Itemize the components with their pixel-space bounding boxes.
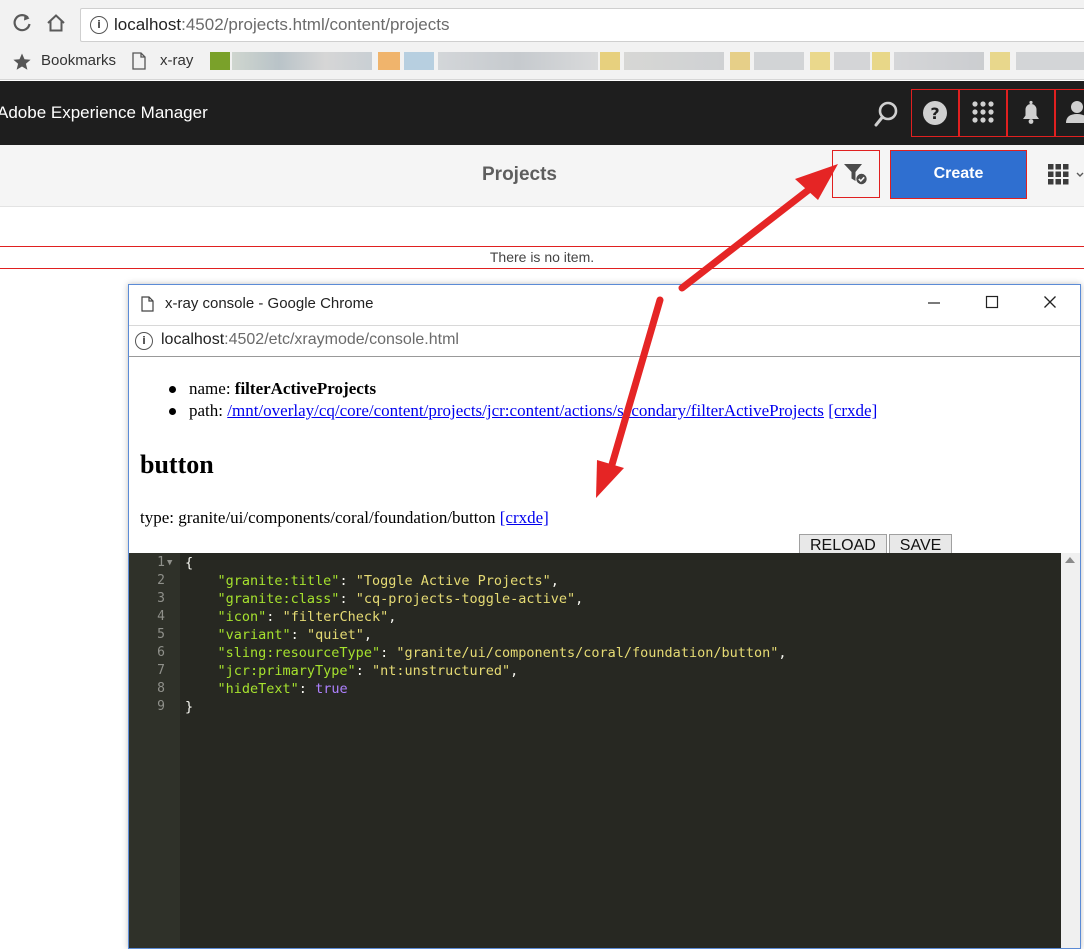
blurred-bookmark	[404, 52, 434, 70]
close-button[interactable]	[1027, 291, 1073, 317]
code-line: "icon": "filterCheck",	[217, 609, 397, 625]
help-button[interactable]: ?	[911, 89, 959, 137]
close-icon	[1044, 296, 1056, 308]
code-line: "granite:title": "Toggle Active Projects…	[217, 573, 559, 589]
window-title: x-ray console - Google Chrome	[165, 295, 374, 312]
browser-toolbar: i localhost:4502/projects.html/content/p…	[0, 0, 1084, 80]
code-line: "variant": "quiet",	[217, 627, 372, 643]
code-line: "granite:class": "cq-projects-toggle-act…	[217, 591, 584, 607]
address-text: localhost:4502/projects.html/content/pro…	[114, 15, 450, 34]
maximize-icon	[985, 295, 999, 309]
vertical-scrollbar[interactable]	[1061, 553, 1080, 948]
scroll-up-icon[interactable]	[1065, 557, 1075, 563]
path-link[interactable]: /mnt/overlay/cq/core/content/projects/jc…	[227, 401, 824, 420]
info-icon[interactable]: i	[135, 332, 153, 350]
popup-address-text: localhost:4502/etc/xraymode/console.html	[161, 331, 459, 348]
code-line: {	[185, 555, 194, 571]
blurred-bookmark	[872, 52, 890, 70]
info-icon[interactable]: i	[90, 16, 108, 34]
empty-list-message: There is no item.	[0, 246, 1084, 269]
action-bar: Projects Create	[0, 145, 1084, 207]
reload-icon[interactable]	[10, 12, 34, 36]
code-line: "sling:resourceType": "granite/ui/compon…	[217, 645, 787, 661]
blurred-bookmark	[754, 52, 804, 70]
blurred-bookmark	[730, 52, 750, 70]
filter-active-projects-button[interactable]	[832, 150, 880, 198]
type-crxde-link[interactable]: [crxde]	[500, 508, 549, 527]
line-number: 2	[157, 573, 165, 588]
app-title[interactable]: Adobe Experience Manager	[0, 103, 208, 123]
blurred-bookmark	[810, 52, 830, 70]
fold-toggle-icon[interactable]: ▼	[167, 558, 172, 568]
help-icon: ?	[923, 101, 947, 125]
create-button[interactable]: Create	[890, 150, 1027, 199]
type-line: type: granite/ui/components/coral/founda…	[140, 508, 549, 527]
chevron-down-icon	[1076, 172, 1084, 177]
line-number: 3	[157, 591, 165, 606]
page-icon	[132, 52, 146, 70]
popup-address-bar[interactable]: i localhost:4502/etc/xraymode/console.ht…	[129, 325, 1080, 357]
star-icon	[13, 53, 31, 70]
list-item: name: filterActiveProjects	[169, 378, 877, 400]
bell-icon	[1023, 100, 1039, 124]
component-name: filterActiveProjects	[234, 379, 377, 398]
bookmarks-bar: Bookmarks x-ray	[0, 46, 1084, 76]
page-title: Projects	[482, 164, 557, 185]
crxde-link[interactable]: [crxde]	[828, 401, 877, 420]
line-number: 6	[157, 645, 165, 660]
blurred-bookmark	[232, 52, 372, 70]
blurred-bookmark	[210, 52, 230, 70]
minimize-icon	[928, 302, 940, 304]
component-heading: button	[140, 450, 214, 479]
address-bar[interactable]: i localhost:4502/projects.html/content/p…	[80, 8, 1084, 42]
list-item: path: /mnt/overlay/cq/core/content/proje…	[169, 400, 877, 422]
bookmark-x-ray[interactable]: x-ray	[160, 52, 193, 69]
apps-icon	[972, 101, 994, 123]
filter-check-icon	[844, 164, 867, 185]
search-icon[interactable]	[873, 100, 899, 128]
line-gutter: 1 2 3 4 5 6 7 8 9 ▼	[129, 553, 180, 948]
svg-text:?: ?	[930, 104, 939, 123]
window-titlebar[interactable]: x-ray console - Google Chrome	[129, 285, 1080, 323]
blurred-bookmark	[834, 52, 870, 70]
notifications-button[interactable]	[1007, 89, 1055, 137]
blurred-bookmark	[438, 52, 598, 70]
user-button[interactable]	[1055, 89, 1084, 137]
card-view-icon	[1048, 164, 1084, 185]
aem-header: Adobe Experience Manager ?	[0, 81, 1084, 145]
user-icon	[1066, 101, 1084, 123]
code-line: }	[185, 699, 194, 715]
xray-console-window: x-ray console - Google Chrome i localhos…	[128, 284, 1081, 949]
code-line: "hideText": true	[217, 681, 348, 697]
blurred-bookmark	[378, 52, 400, 70]
blurred-bookmark	[990, 52, 1010, 70]
blurred-bookmark	[894, 52, 984, 70]
blurred-bookmark	[624, 52, 724, 70]
line-number: 1	[157, 555, 165, 570]
blurred-bookmark	[600, 52, 620, 70]
component-info-list: name: filterActiveProjects path: /mnt/ov…	[169, 378, 877, 422]
blurred-bookmark	[1016, 52, 1084, 70]
view-switcher-button[interactable]	[1046, 163, 1084, 187]
json-code-editor[interactable]: 1 2 3 4 5 6 7 8 9 ▼ { "granite:title": "Toggle Ac…	[129, 553, 1061, 948]
apps-button[interactable]	[959, 89, 1007, 137]
line-number: 8	[157, 681, 165, 696]
minimize-button[interactable]	[911, 291, 957, 317]
line-number: 4	[157, 609, 165, 624]
line-number: 5	[157, 627, 165, 642]
home-icon[interactable]	[44, 12, 68, 36]
maximize-button[interactable]	[969, 291, 1015, 317]
code-line: "jcr:primaryType": "nt:unstructured",	[217, 663, 519, 679]
bookmark-bookmarks[interactable]: Bookmarks	[41, 52, 116, 69]
line-number: 7	[157, 663, 165, 678]
page-icon	[141, 296, 154, 312]
line-number: 9	[157, 699, 165, 714]
